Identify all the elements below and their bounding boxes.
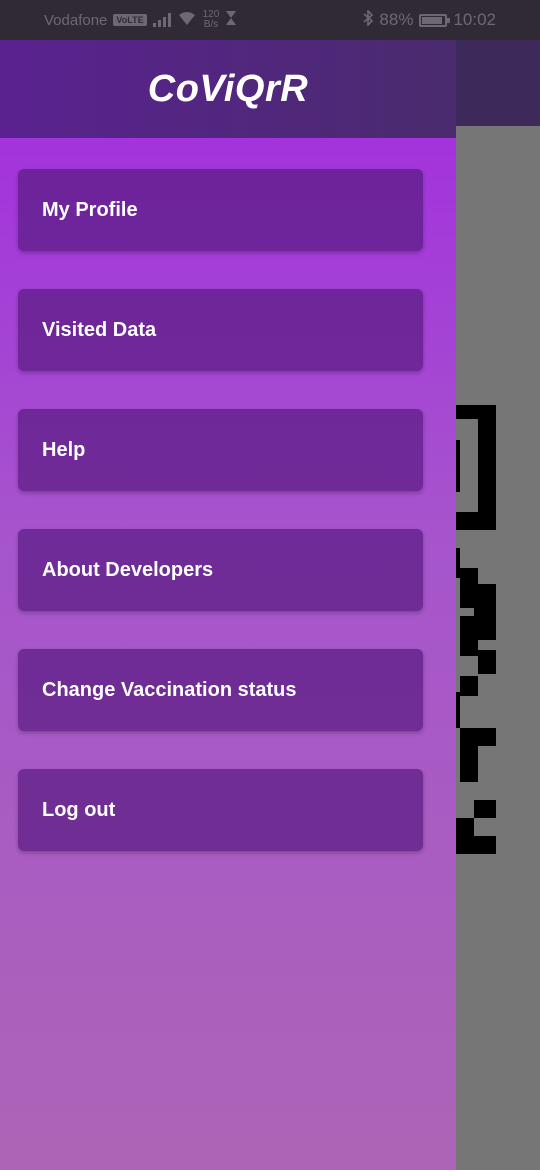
menu-item-label: Log out (42, 798, 116, 821)
menu-item-help[interactable]: Help (18, 409, 423, 491)
app-title: CoViQrR (147, 67, 309, 110)
wifi-icon (177, 10, 197, 30)
status-bar: Vodafone VoLTE 120 B/s 88% 10:02 (0, 0, 540, 40)
drawer-menu: My Profile Visited Data Help About Devel… (18, 169, 423, 889)
battery-icon (419, 13, 451, 27)
menu-item-label: Help (42, 438, 86, 461)
menu-item-label: Change Vaccination status (42, 678, 297, 701)
network-speed: 120 B/s (202, 9, 220, 30)
menu-item-my-profile[interactable]: My Profile (18, 169, 423, 251)
menu-item-label: My Profile (42, 198, 138, 221)
menu-item-about-developers[interactable]: About Developers (18, 529, 423, 611)
carrier-name: Vodafone (44, 11, 108, 29)
hourglass-icon (225, 10, 237, 30)
navigation-drawer: CoViQrR My Profile Visited Data Help Abo… (0, 40, 456, 1170)
signal-icon (152, 13, 171, 27)
bluetooth-icon (363, 8, 374, 31)
menu-item-visited-data[interactable]: Visited Data (18, 289, 423, 371)
drawer-header: CoViQrR (0, 40, 456, 138)
menu-item-label: Visited Data (42, 318, 157, 341)
menu-item-log-out[interactable]: Log out (18, 769, 423, 851)
menu-item-label: About Developers (42, 558, 214, 581)
menu-item-change-vaccination-status[interactable]: Change Vaccination status (18, 649, 423, 731)
battery-percent: 88% (379, 10, 414, 29)
volte-icon: VoLTE (113, 14, 147, 26)
clock: 10:02 (453, 10, 496, 29)
